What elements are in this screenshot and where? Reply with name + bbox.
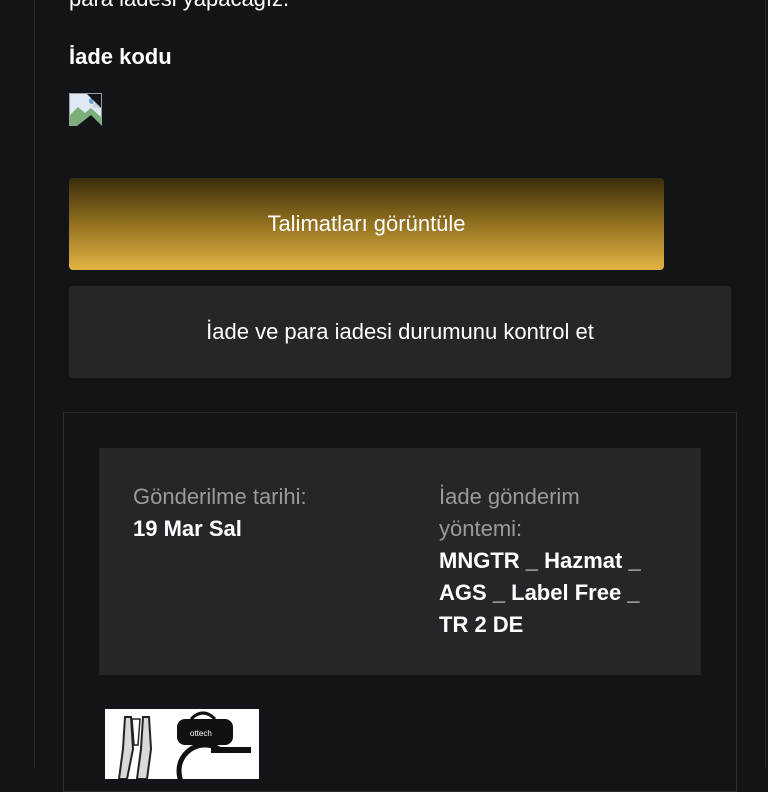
return-method-label-line2: yöntemi: xyxy=(439,516,523,541)
return-method-value-line1: MNGTR _ Hazmat _ xyxy=(439,548,641,573)
intro-text: para iadesi yapacağız. xyxy=(69,0,289,12)
return-method-value-line2: AGS _ Label Free _ xyxy=(439,580,640,605)
check-return-status-button[interactable]: İade ve para iadesi durumunu kontrol et xyxy=(69,286,731,378)
product-thumbnail[interactable]: ottech xyxy=(105,709,259,779)
return-code-title: İade kodu xyxy=(69,44,172,69)
return-method-label-line1: İade gönderim xyxy=(439,484,580,509)
view-instructions-button[interactable]: Talimatları görüntüle xyxy=(69,178,664,270)
sent-date-value: 19 Mar Sal xyxy=(133,516,242,541)
sent-date-label: Gönderilme tarihi: xyxy=(133,484,307,509)
product-image: ottech xyxy=(105,709,259,779)
product-brand-text: ottech xyxy=(190,729,212,738)
return-method-value-line3: TR 2 DE xyxy=(439,612,524,637)
broken-image-icon xyxy=(69,93,102,126)
